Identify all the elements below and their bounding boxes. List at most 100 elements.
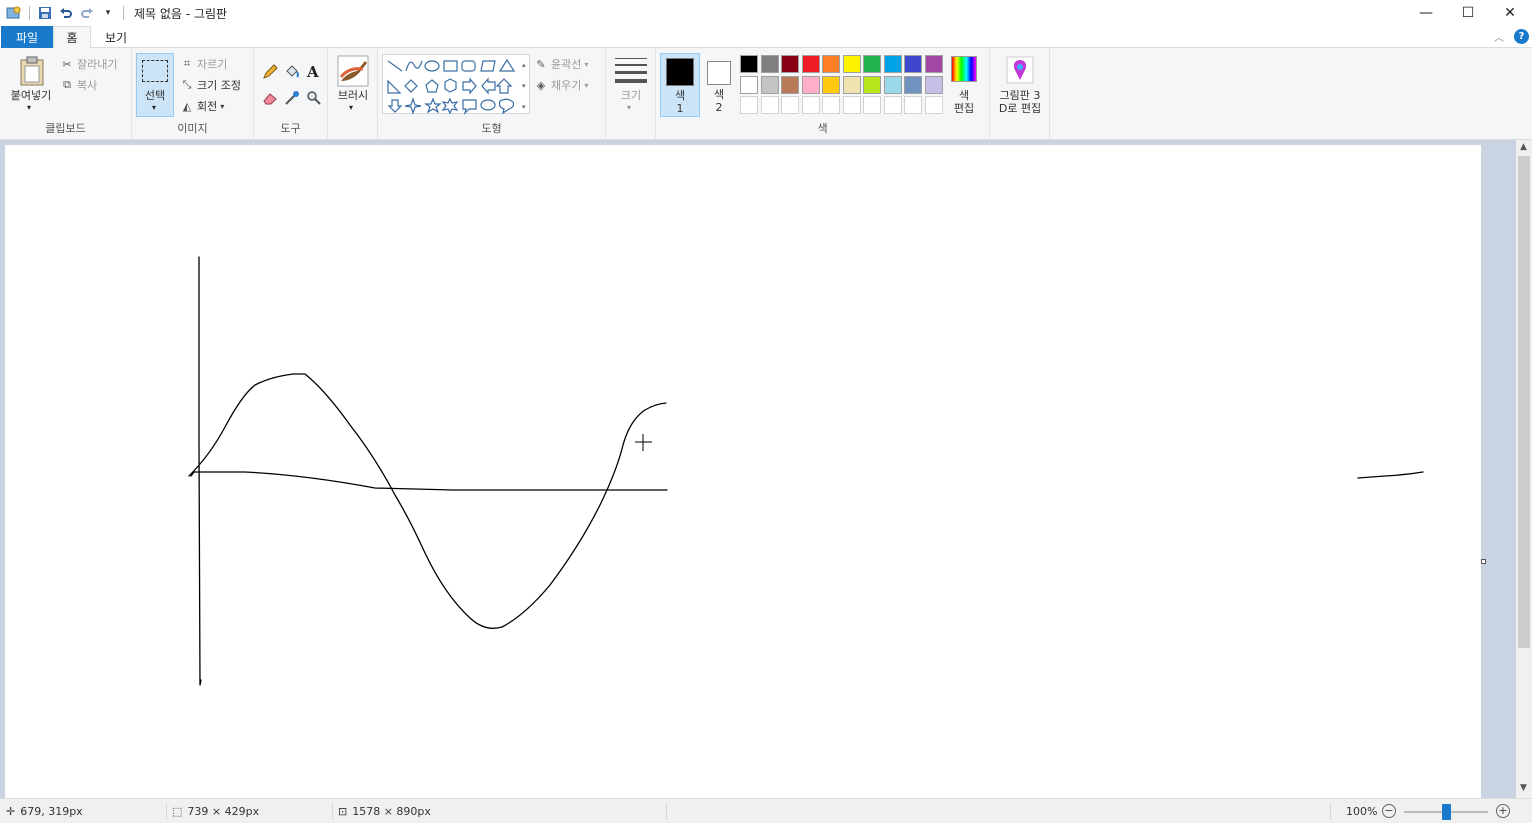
canvas-resize-handle[interactable]: [1481, 559, 1486, 564]
copy-button[interactable]: ⧉ 복사: [60, 77, 97, 93]
edit-colors-button[interactable]: 색 편집: [946, 54, 982, 116]
fill-bucket-icon[interactable]: [284, 64, 300, 83]
palette-color-swatch[interactable]: [863, 75, 881, 94]
palette-custom-slot[interactable]: [822, 96, 840, 114]
palette-color-swatch[interactable]: [801, 55, 820, 73]
paint-app-icon: [6, 5, 22, 21]
vertical-scrollbar[interactable]: ▲ ▼: [1516, 140, 1532, 798]
palette-custom-slot[interactable]: [781, 96, 799, 114]
copy-icon: ⧉: [63, 78, 71, 91]
undo-icon[interactable]: [58, 5, 74, 21]
quick-access-toolbar: ▾: [0, 0, 126, 26]
palette-color-swatch[interactable]: [822, 75, 840, 94]
edit-in-paint3d-button[interactable]: 그림판 3 D로 편집: [993, 54, 1047, 116]
palette-color-swatch[interactable]: [924, 55, 943, 73]
rotate-button[interactable]: ◭ 회전 ▾: [180, 98, 225, 114]
palette-color-swatch[interactable]: [740, 75, 758, 94]
palette-color-swatch[interactable]: [904, 75, 922, 94]
colors-group-label: 색: [817, 122, 828, 135]
resize-button[interactable]: ⤡ 크기 조정: [180, 77, 241, 93]
palette-color-swatch[interactable]: [760, 75, 779, 94]
palette-color-swatch[interactable]: [801, 75, 820, 94]
crop-button[interactable]: ⌗ 자르기: [180, 56, 227, 72]
magnifier-icon[interactable]: [306, 90, 322, 109]
copy-label: 복사: [77, 79, 98, 92]
palette-color-swatch[interactable]: [781, 75, 799, 94]
shapes-gallery-icons[interactable]: ▴ ▾ ▾: [383, 55, 531, 115]
palette-color-swatch[interactable]: [740, 55, 758, 73]
palette-custom-slot[interactable]: [883, 96, 902, 114]
collapse-ribbon-icon[interactable]: ︿: [1494, 29, 1504, 44]
paint3d-group: 그림판 3 D로 편집: [990, 48, 1050, 140]
color2-button[interactable]: 색 2: [702, 53, 736, 117]
palette-color-swatch[interactable]: [924, 75, 943, 94]
palette-color-swatch[interactable]: [883, 55, 902, 73]
palette-color-swatch[interactable]: [842, 55, 861, 73]
palette-color-swatch[interactable]: [781, 55, 799, 73]
canvas-size: ⊡ 1578 × 890px: [338, 799, 431, 823]
customize-toolbar-icon[interactable]: ▾: [100, 5, 116, 21]
color1-button[interactable]: 색 1: [660, 53, 700, 117]
color-picker-icon[interactable]: [284, 90, 300, 109]
scroll-up-arrow-icon[interactable]: ▲: [1520, 142, 1527, 152]
fill-button[interactable]: ◈ 채우기 ▾: [534, 77, 589, 93]
zoom-in-icon[interactable]: +: [1496, 804, 1510, 818]
tab-view[interactable]: 보기: [96, 26, 136, 48]
drawing-canvas[interactable]: [5, 145, 1486, 798]
help-icon[interactable]: ?: [1514, 29, 1529, 44]
palette-color-swatch[interactable]: [760, 55, 779, 73]
size-group: 크기 ▾: [606, 48, 656, 140]
minimize-button[interactable]: —: [1405, 0, 1447, 26]
canvas-size-value: 1578 × 890px: [352, 805, 431, 818]
ribbon-tabs: 파일 홈 보기 ︿ ?: [0, 26, 1532, 49]
palette-custom-slot[interactable]: [760, 96, 779, 114]
fill-icon: ◈: [536, 78, 546, 92]
eraser-icon[interactable]: [262, 90, 278, 109]
select-button[interactable]: 선택 ▾: [136, 53, 174, 117]
selection-size-value: 739 × 429px: [187, 805, 260, 818]
palette-color-swatch[interactable]: [863, 55, 881, 73]
palette-color-swatch[interactable]: [842, 75, 861, 94]
maximize-button[interactable]: ☐: [1447, 0, 1489, 26]
redo-icon[interactable]: [79, 5, 95, 21]
cut-button[interactable]: ✂ 잘라내기: [60, 56, 117, 72]
tools-group: A 도구: [254, 48, 328, 140]
palette-custom-slot[interactable]: [801, 96, 820, 114]
palette-color-swatch[interactable]: [822, 55, 840, 73]
zoom-slider[interactable]: [1404, 804, 1488, 820]
palette-custom-slot[interactable]: [924, 96, 943, 114]
brushes-button[interactable]: 브러시 ▾: [332, 54, 374, 116]
palette-color-swatch[interactable]: [883, 75, 902, 94]
status-separator: [166, 803, 167, 820]
small-stroke: [1357, 471, 1424, 479]
scissors-icon: ✂: [62, 57, 72, 71]
brushes-dropdown-icon: ▾: [349, 103, 354, 112]
size-button[interactable]: 크기 ▾: [612, 54, 650, 116]
palette-custom-slot[interactable]: [842, 96, 861, 114]
scrollbar-thumb[interactable]: [1518, 156, 1530, 648]
palette-color-swatch[interactable]: [904, 55, 922, 73]
zoom-level: 100%: [1346, 799, 1377, 823]
zoom-out-icon[interactable]: −: [1382, 804, 1396, 818]
save-icon[interactable]: [37, 5, 53, 21]
palette-custom-slot[interactable]: [740, 96, 758, 114]
brushes-label: 브러시: [337, 89, 369, 102]
paste-button[interactable]: 붙여넣기 ▾: [6, 54, 56, 116]
crop-icon: ⌗: [183, 57, 191, 70]
close-button[interactable]: ✕: [1489, 0, 1531, 26]
outline-button[interactable]: ✎ 윤곽선 ▾: [534, 56, 588, 72]
size-dropdown-icon: ▾: [627, 103, 632, 112]
scroll-down-arrow-icon[interactable]: ▼: [1520, 783, 1527, 793]
status-separator: [332, 803, 333, 820]
tab-home[interactable]: 홈: [53, 26, 91, 49]
text-tool-icon[interactable]: A: [307, 63, 319, 81]
tools-group-label: 도구: [280, 122, 301, 135]
tab-file[interactable]: 파일: [1, 26, 53, 48]
rotate-dropdown-icon: ▾: [220, 101, 225, 111]
cut-label: 잘라내기: [77, 58, 118, 71]
palette-custom-slot[interactable]: [904, 96, 922, 114]
palette-custom-slot[interactable]: [863, 96, 881, 114]
pencil-icon[interactable]: [262, 64, 278, 83]
edit-colors-label-line1: 색: [958, 89, 970, 102]
zoom-slider-thumb[interactable]: [1441, 804, 1451, 820]
